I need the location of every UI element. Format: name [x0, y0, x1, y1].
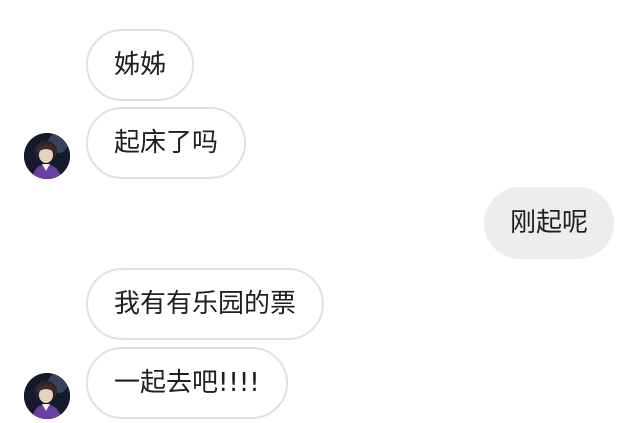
message-bubble-outgoing[interactable]: 刚起呢 [484, 187, 615, 259]
message-text: 刚起呢 [510, 208, 589, 238]
message-bubble-incoming[interactable]: 一起去吧!!!! [86, 347, 288, 419]
message-bubble-incoming[interactable]: 姊姊 [86, 29, 195, 101]
message-bubble-incoming[interactable]: 我有有乐园的票 [86, 268, 325, 340]
message-text: 一起去吧!!!! [114, 368, 260, 398]
avatar-icon [24, 373, 70, 419]
message-text: 姊姊 [114, 50, 167, 80]
message-text: 起床了吗 [114, 128, 219, 158]
avatar-icon [24, 133, 70, 179]
chat-conversation: 姊姊 起床了吗 刚起呢 我有有乐园的票 一起去吧!!!! [0, 0, 640, 423]
message-bubble-incoming[interactable]: 起床了吗 [86, 107, 247, 179]
sender-avatar[interactable] [24, 373, 70, 419]
sender-avatar[interactable] [24, 133, 70, 179]
message-text: 我有有乐园的票 [114, 289, 297, 319]
